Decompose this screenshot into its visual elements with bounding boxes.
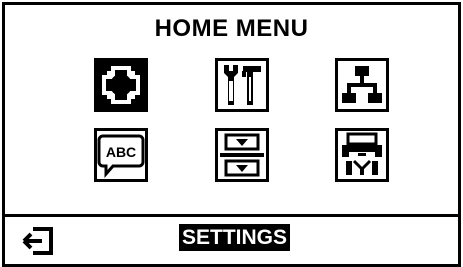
svg-text:ABC: ABC — [106, 144, 136, 160]
tools-icon — [218, 61, 266, 109]
language-abc-icon: ABC — [97, 131, 145, 179]
menu-item-tools[interactable] — [215, 58, 269, 112]
home-menu-screen: HOME MENU ABC SETTINGS — [2, 2, 461, 267]
sensor-icon — [218, 131, 266, 179]
footer-divider — [5, 214, 458, 217]
menu-item-network[interactable] — [335, 58, 389, 112]
selected-item-label: SETTINGS — [179, 224, 291, 251]
exit-arrow-icon — [22, 227, 53, 255]
menu-item-language[interactable]: ABC — [94, 128, 148, 182]
network-icon — [338, 61, 386, 109]
menu-item-settings[interactable] — [94, 58, 148, 112]
settings-gear-icon — [97, 61, 145, 109]
menu-item-ports[interactable] — [335, 128, 389, 182]
back-button[interactable] — [21, 226, 55, 256]
printer-ports-icon — [338, 131, 386, 179]
menu-item-sensor[interactable] — [215, 128, 269, 182]
page-title: HOME MENU — [154, 15, 309, 42]
